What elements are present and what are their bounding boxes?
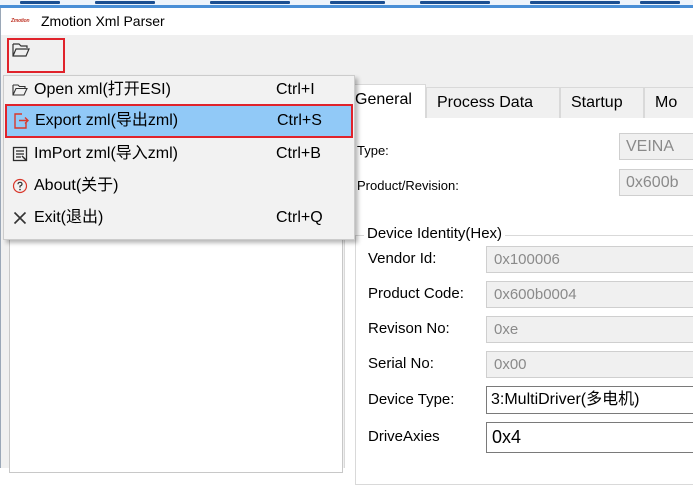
help-circle-icon — [12, 178, 28, 194]
type-field: VEINA — [619, 133, 693, 160]
menu-item-about[interactable]: About(关于) — [6, 173, 352, 201]
tab-startup[interactable]: Startup — [560, 87, 644, 118]
product-revision-field: 0x600b — [619, 169, 693, 196]
serial-no-label: Serial No: — [368, 355, 434, 372]
menu-item-import-zml[interactable]: ImPort zml(导入zml) Ctrl+B — [6, 141, 352, 169]
menu-item-label: Open xml(打开ESI) — [34, 81, 171, 98]
drive-axies-label: DriveAxies — [368, 428, 440, 445]
menu-item-shortcut: Ctrl+B — [276, 145, 321, 162]
menu-item-label: About(关于) — [34, 177, 119, 194]
menu-item-shortcut: Ctrl+Q — [276, 209, 323, 226]
file-dropdown-menu: Open xml(打开ESI) Ctrl+I Export zml(导出zml)… — [3, 75, 355, 240]
menu-item-shortcut: Ctrl+S — [277, 112, 322, 129]
folder-open-icon — [12, 84, 28, 96]
menu-item-open-xml[interactable]: Open xml(打开ESI) Ctrl+I — [6, 77, 352, 105]
device-identity-group: Device Identity(Hex) Vendor Id: 0x100006… — [355, 225, 693, 485]
menu-item-shortcut: Ctrl+I — [276, 81, 315, 98]
window-title: Zmotion Xml Parser — [41, 13, 165, 29]
tab-process-data[interactable]: Process Data — [426, 87, 560, 118]
device-tree-panel[interactable] — [9, 211, 343, 473]
product-code-label: Product Code: — [368, 285, 464, 302]
product-code-field: 0x600b0004 — [486, 281, 693, 308]
menu-item-exit[interactable]: Exit(退出) Ctrl+Q — [6, 205, 352, 233]
device-type-select[interactable]: 3:MultiDriver(多电机) — [486, 386, 693, 414]
drive-axies-input[interactable]: 0x4 — [486, 422, 693, 453]
general-page: Type: VEINA Product/Revision: 0x600b Dev… — [344, 118, 693, 485]
folder-open-icon — [12, 43, 30, 57]
vendor-id-field: 0x100006 — [486, 246, 693, 273]
import-icon — [12, 146, 28, 162]
vendor-id-label: Vendor Id: — [368, 250, 437, 267]
title-bar: Zmotion Zmotion Xml Parser — [1, 8, 693, 35]
close-icon — [13, 211, 27, 225]
app-window: Zmotion Zmotion Xml Parser General Proce… — [0, 8, 693, 485]
device-type-label: Device Type: — [368, 391, 455, 408]
serial-no-field: 0x00 — [486, 351, 693, 378]
tab-more[interactable]: Mo — [644, 87, 693, 118]
app-logo: Zmotion — [11, 18, 30, 24]
tab-bar: General Process Data Startup Mo — [344, 84, 693, 119]
revison-no-field: 0xe — [486, 316, 693, 343]
menu-item-label: Exit(退出) — [34, 209, 104, 226]
export-icon — [14, 113, 29, 129]
background-screen-strip — [0, 0, 693, 8]
type-label: Type: — [357, 143, 389, 158]
file-menu-button[interactable] — [7, 38, 65, 73]
product-revision-label: Product/Revision: — [357, 178, 459, 193]
menu-item-label: ImPort zml(导入zml) — [34, 145, 178, 162]
menu-item-export-zml[interactable]: Export zml(导出zml) Ctrl+S — [6, 105, 352, 137]
toolbar — [1, 35, 693, 73]
device-identity-title: Device Identity(Hex) — [364, 225, 506, 242]
menu-item-label: Export zml(导出zml) — [35, 112, 179, 129]
device-properties-panel: General Process Data Startup Mo Type: VE… — [344, 71, 693, 485]
revison-no-label: Revison No: — [368, 320, 450, 337]
tab-general[interactable]: General — [344, 84, 426, 119]
